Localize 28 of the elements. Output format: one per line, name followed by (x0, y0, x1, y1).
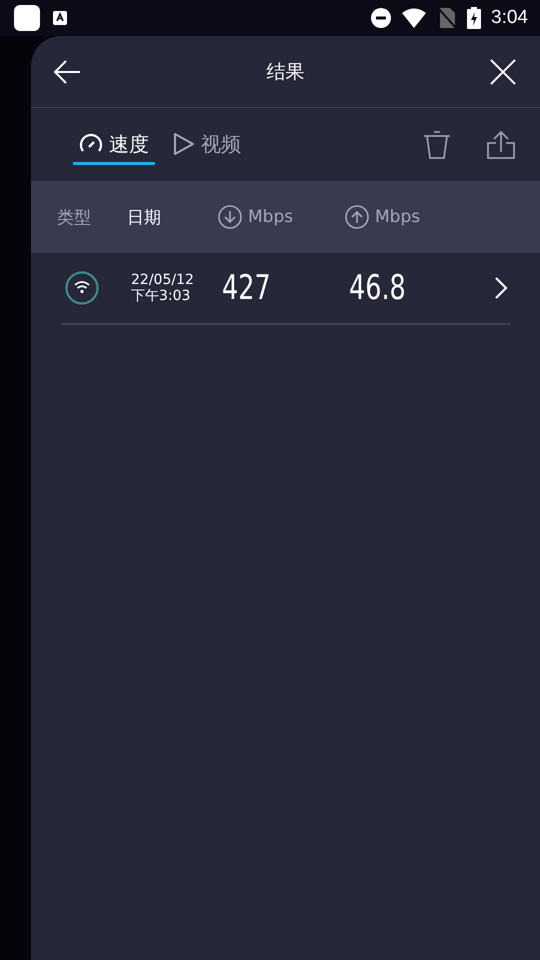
upload-icon (345, 205, 369, 229)
column-header[interactable]: Mbps (345, 205, 465, 229)
column-header[interactable]: 类型 (57, 206, 127, 228)
app-icon (14, 5, 40, 31)
back-icon[interactable] (53, 58, 81, 84)
do-not-disturb-icon (371, 8, 392, 28)
no-sim-icon (437, 7, 458, 29)
wifi-icon (401, 8, 428, 28)
notification-icon (52, 10, 68, 26)
tab[interactable]: 视频 (167, 124, 247, 164)
share-icon[interactable] (486, 130, 516, 160)
close-icon[interactable] (490, 58, 516, 84)
trash-icon[interactable] (422, 130, 452, 160)
battery-icon (467, 7, 482, 29)
test-time: 下午3:03 (131, 288, 192, 304)
clock: 3:04 (491, 7, 528, 29)
column-header[interactable]: Mbps (218, 205, 345, 229)
test-date: 22/05/12 (131, 272, 195, 288)
column-header[interactable]: 日期 (127, 206, 218, 228)
tab[interactable]: 速度 (73, 124, 155, 164)
wifi-connection-icon (65, 271, 99, 305)
upload-speed: 46.8 (349, 268, 407, 308)
result-row[interactable]: 22/05/12 下午3:03 427 46.8 (61, 253, 510, 325)
download-icon (218, 205, 242, 229)
download-speed: 427 (222, 268, 272, 308)
chevron-right-icon (494, 276, 508, 300)
play-icon (173, 132, 195, 156)
page-title: 结果 (266, 60, 304, 84)
